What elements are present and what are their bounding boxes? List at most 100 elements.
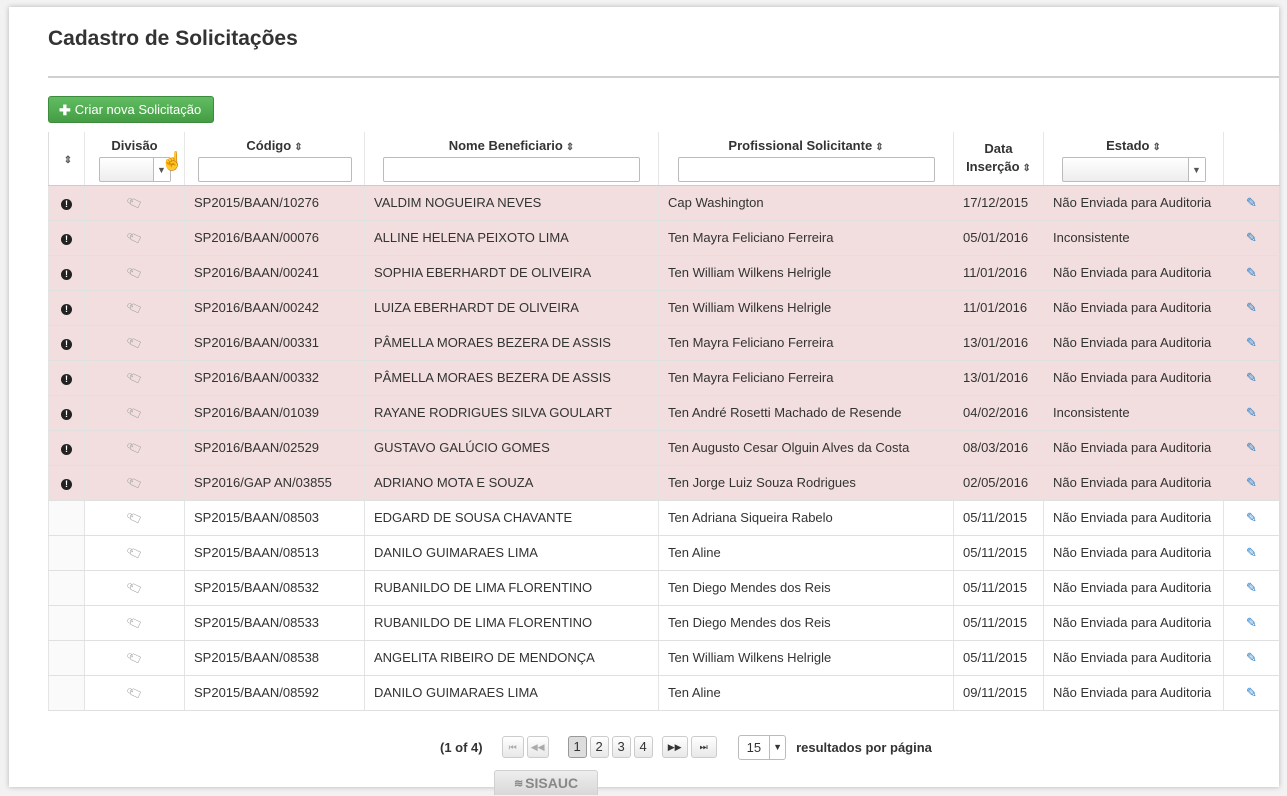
row-data: 09/11/2015 — [953, 675, 1044, 711]
new-request-label: Criar nova Solicitação — [74, 101, 202, 117]
row-toggle-header[interactable]: ⇕ — [48, 132, 85, 186]
row-estado: Não Enviada para Auditoria — [1043, 430, 1224, 466]
row-status-cell: ! — [48, 185, 85, 221]
first-page-button[interactable]: ⏮ — [501, 736, 524, 758]
table-row[interactable]: 🏷 SP2015/BAAN/08503 EDGARD DE SOUSA CHAVAN… — [48, 500, 1280, 536]
edit-pencil-icon[interactable]: ✎ — [1246, 685, 1257, 701]
row-nome: DANILO GUIMARAES LIMA — [364, 675, 659, 711]
tag-icon: 🏷 — [124, 578, 145, 598]
table-row[interactable]: 🏷 SP2015/BAAN/08592 DANILO GUIMARAES LIMA T… — [48, 675, 1280, 711]
table-row[interactable]: ! 🏷 SP2016/BAAN/00076 ALLINE HELENA PEIXOTO… — [48, 220, 1280, 256]
table-row[interactable]: ! 🏷 SP2016/BAAN/00241 SOPHIA EBERHARDT DE O… — [48, 255, 1280, 291]
column-label-divisao: Divisão — [111, 138, 158, 153]
table-row[interactable]: ! 🏷 SP2016/GAP AN/03855 ADRIANO MOTA E SOUZ… — [48, 465, 1280, 501]
row-estado: Inconsistente — [1043, 395, 1224, 431]
table-row[interactable]: ! 🏷 SP2015/BAAN/10276 VALDIM NOGUEIRA NEVES… — [48, 185, 1280, 221]
tag-icon: 🏷 — [124, 543, 145, 563]
row-nome: GUSTAVO GALÚCIO GOMES — [364, 430, 659, 466]
row-nome: ADRIANO MOTA E SOUZA — [364, 465, 659, 501]
sort-icon: ⇕ — [875, 142, 884, 153]
page-button-4[interactable]: 4 — [633, 736, 653, 758]
row-codigo: SP2015/BAAN/08592 — [184, 675, 365, 711]
edit-pencil-icon[interactable]: ✎ — [1246, 545, 1257, 561]
row-nome: VALDIM NOGUEIRA NEVES — [364, 185, 659, 221]
table-row[interactable]: ! 🏷 SP2016/BAAN/00331 PÂMELLA MORAES BEZERA… — [48, 325, 1280, 361]
row-edit-cell: ✎ — [1223, 185, 1280, 221]
row-estado: Não Enviada para Auditoria — [1043, 675, 1224, 711]
new-request-button[interactable]: ✚ Criar nova Solicitação — [48, 96, 215, 123]
edit-pencil-icon[interactable]: ✎ — [1246, 510, 1257, 526]
table-row[interactable]: ! 🏷 SP2016/BAAN/00332 PÂMELLA MORAES BEZERA… — [48, 360, 1280, 396]
edit-pencil-icon[interactable]: ✎ — [1246, 440, 1257, 456]
row-status-cell — [48, 570, 85, 606]
row-profissional: Ten Aline — [658, 675, 954, 711]
row-nome: SOPHIA EBERHARDT DE OLIVEIRA — [364, 255, 659, 291]
column-header-estado[interactable]: Estado ⇕ ▼ — [1043, 132, 1224, 186]
table-row[interactable]: 🏷 SP2015/BAAN/08513 DANILO GUIMARAES LIMA T… — [48, 535, 1280, 571]
estado-filter-select[interactable]: ▼ — [1061, 157, 1206, 182]
sort-icon: ⇕ — [1022, 163, 1031, 174]
edit-pencil-icon[interactable]: ✎ — [1246, 335, 1257, 351]
column-header-nome[interactable]: Nome Beneficiario ⇕ — [364, 132, 659, 186]
next-page-button[interactable]: ▶▶ — [661, 736, 688, 758]
page-button-1[interactable]: 1 — [567, 736, 587, 758]
row-profissional: Ten William Wilkens Helrigle — [658, 640, 954, 676]
row-division-cell: 🏷 — [84, 395, 185, 431]
row-status-cell: ! — [48, 325, 85, 361]
tag-icon: 🏷 — [124, 473, 145, 493]
row-data: 05/11/2015 — [953, 570, 1044, 606]
table-row[interactable]: ! 🏷 SP2016/BAAN/01039 RAYANE RODRIGUES SILV… — [48, 395, 1280, 431]
exclamation-icon: ! — [61, 444, 72, 455]
column-header-data[interactable]: Data Inserção ⇕ — [953, 132, 1044, 186]
nome-filter-input[interactable] — [383, 157, 640, 182]
table-row[interactable]: ! 🏷 SP2016/BAAN/02529 GUSTAVO GALÚCIO GOMES… — [48, 430, 1280, 466]
chevron-down-icon: ▼ — [769, 735, 785, 759]
row-status-cell — [48, 605, 85, 641]
last-page-button[interactable]: ⏭ — [690, 736, 717, 758]
page-title: Cadastro de Solicitações — [48, 27, 298, 50]
row-status-cell: ! — [48, 220, 85, 256]
table-row[interactable]: 🏷 SP2015/BAAN/08538 ANGELITA RIBEIRO DE ME… — [48, 640, 1280, 676]
row-estado: Não Enviada para Auditoria — [1043, 360, 1224, 396]
row-division-cell: 🏷 — [84, 535, 185, 571]
row-edit-cell: ✎ — [1223, 395, 1280, 431]
row-edit-cell: ✎ — [1223, 570, 1280, 606]
table-row[interactable]: 🏷 SP2015/BAAN/08532 RUBANILDO DE LIMA FLOR… — [48, 570, 1280, 606]
edit-pencil-icon[interactable]: ✎ — [1246, 195, 1257, 211]
row-edit-cell: ✎ — [1223, 360, 1280, 396]
edit-pencil-icon[interactable]: ✎ — [1246, 650, 1257, 666]
row-status-cell — [48, 640, 85, 676]
row-profissional: Ten Mayra Feliciano Ferreira — [658, 220, 954, 256]
rows-per-page-label: resultados por página — [796, 739, 932, 755]
row-data: 11/01/2016 — [953, 290, 1044, 326]
edit-pencil-icon[interactable]: ✎ — [1246, 230, 1257, 246]
previous-page-button[interactable]: ◀◀ — [526, 736, 549, 758]
edit-pencil-icon[interactable]: ✎ — [1246, 405, 1257, 421]
row-codigo: SP2015/BAAN/08513 — [184, 535, 365, 571]
table-row[interactable]: ! 🏷 SP2016/BAAN/00242 LUIZA EBERHARDT DE OL… — [48, 290, 1280, 326]
row-estado: Não Enviada para Auditoria — [1043, 640, 1224, 676]
edit-pencil-icon[interactable]: ✎ — [1246, 265, 1257, 281]
page-button-3[interactable]: 3 — [611, 736, 631, 758]
edit-pencil-icon[interactable]: ✎ — [1246, 615, 1257, 631]
table-row[interactable]: 🏷 SP2015/BAAN/08533 RUBANILDO DE LIMA FLOR… — [48, 605, 1280, 641]
row-profissional: Ten Diego Mendes dos Reis — [658, 605, 954, 641]
divisao-filter-select[interactable]: ▼ — [98, 157, 171, 182]
profissional-filter-input[interactable] — [677, 157, 935, 182]
row-division-cell: 🏷 — [84, 465, 185, 501]
edit-pencil-icon[interactable]: ✎ — [1246, 370, 1257, 386]
row-profissional: Ten Mayra Feliciano Ferreira — [658, 360, 954, 396]
edit-pencil-icon[interactable]: ✎ — [1246, 580, 1257, 596]
codigo-filter-input[interactable] — [197, 157, 352, 182]
row-division-cell: 🏷 — [84, 675, 185, 711]
row-data: 02/05/2016 — [953, 465, 1044, 501]
column-header-profissional[interactable]: Profissional Solicitante ⇕ — [658, 132, 954, 186]
edit-pencil-icon[interactable]: ✎ — [1246, 300, 1257, 316]
edit-pencil-icon[interactable]: ✎ — [1246, 475, 1257, 491]
tag-icon: 🏷 — [124, 613, 145, 633]
rows-per-page-select[interactable]: 15 ▼ — [737, 734, 787, 760]
column-label-insercao: Inserção — [966, 159, 1020, 174]
page-button-2[interactable]: 2 — [589, 736, 609, 758]
row-edit-cell: ✎ — [1223, 535, 1280, 571]
column-header-codigo[interactable]: Código ⇕ — [184, 132, 365, 186]
